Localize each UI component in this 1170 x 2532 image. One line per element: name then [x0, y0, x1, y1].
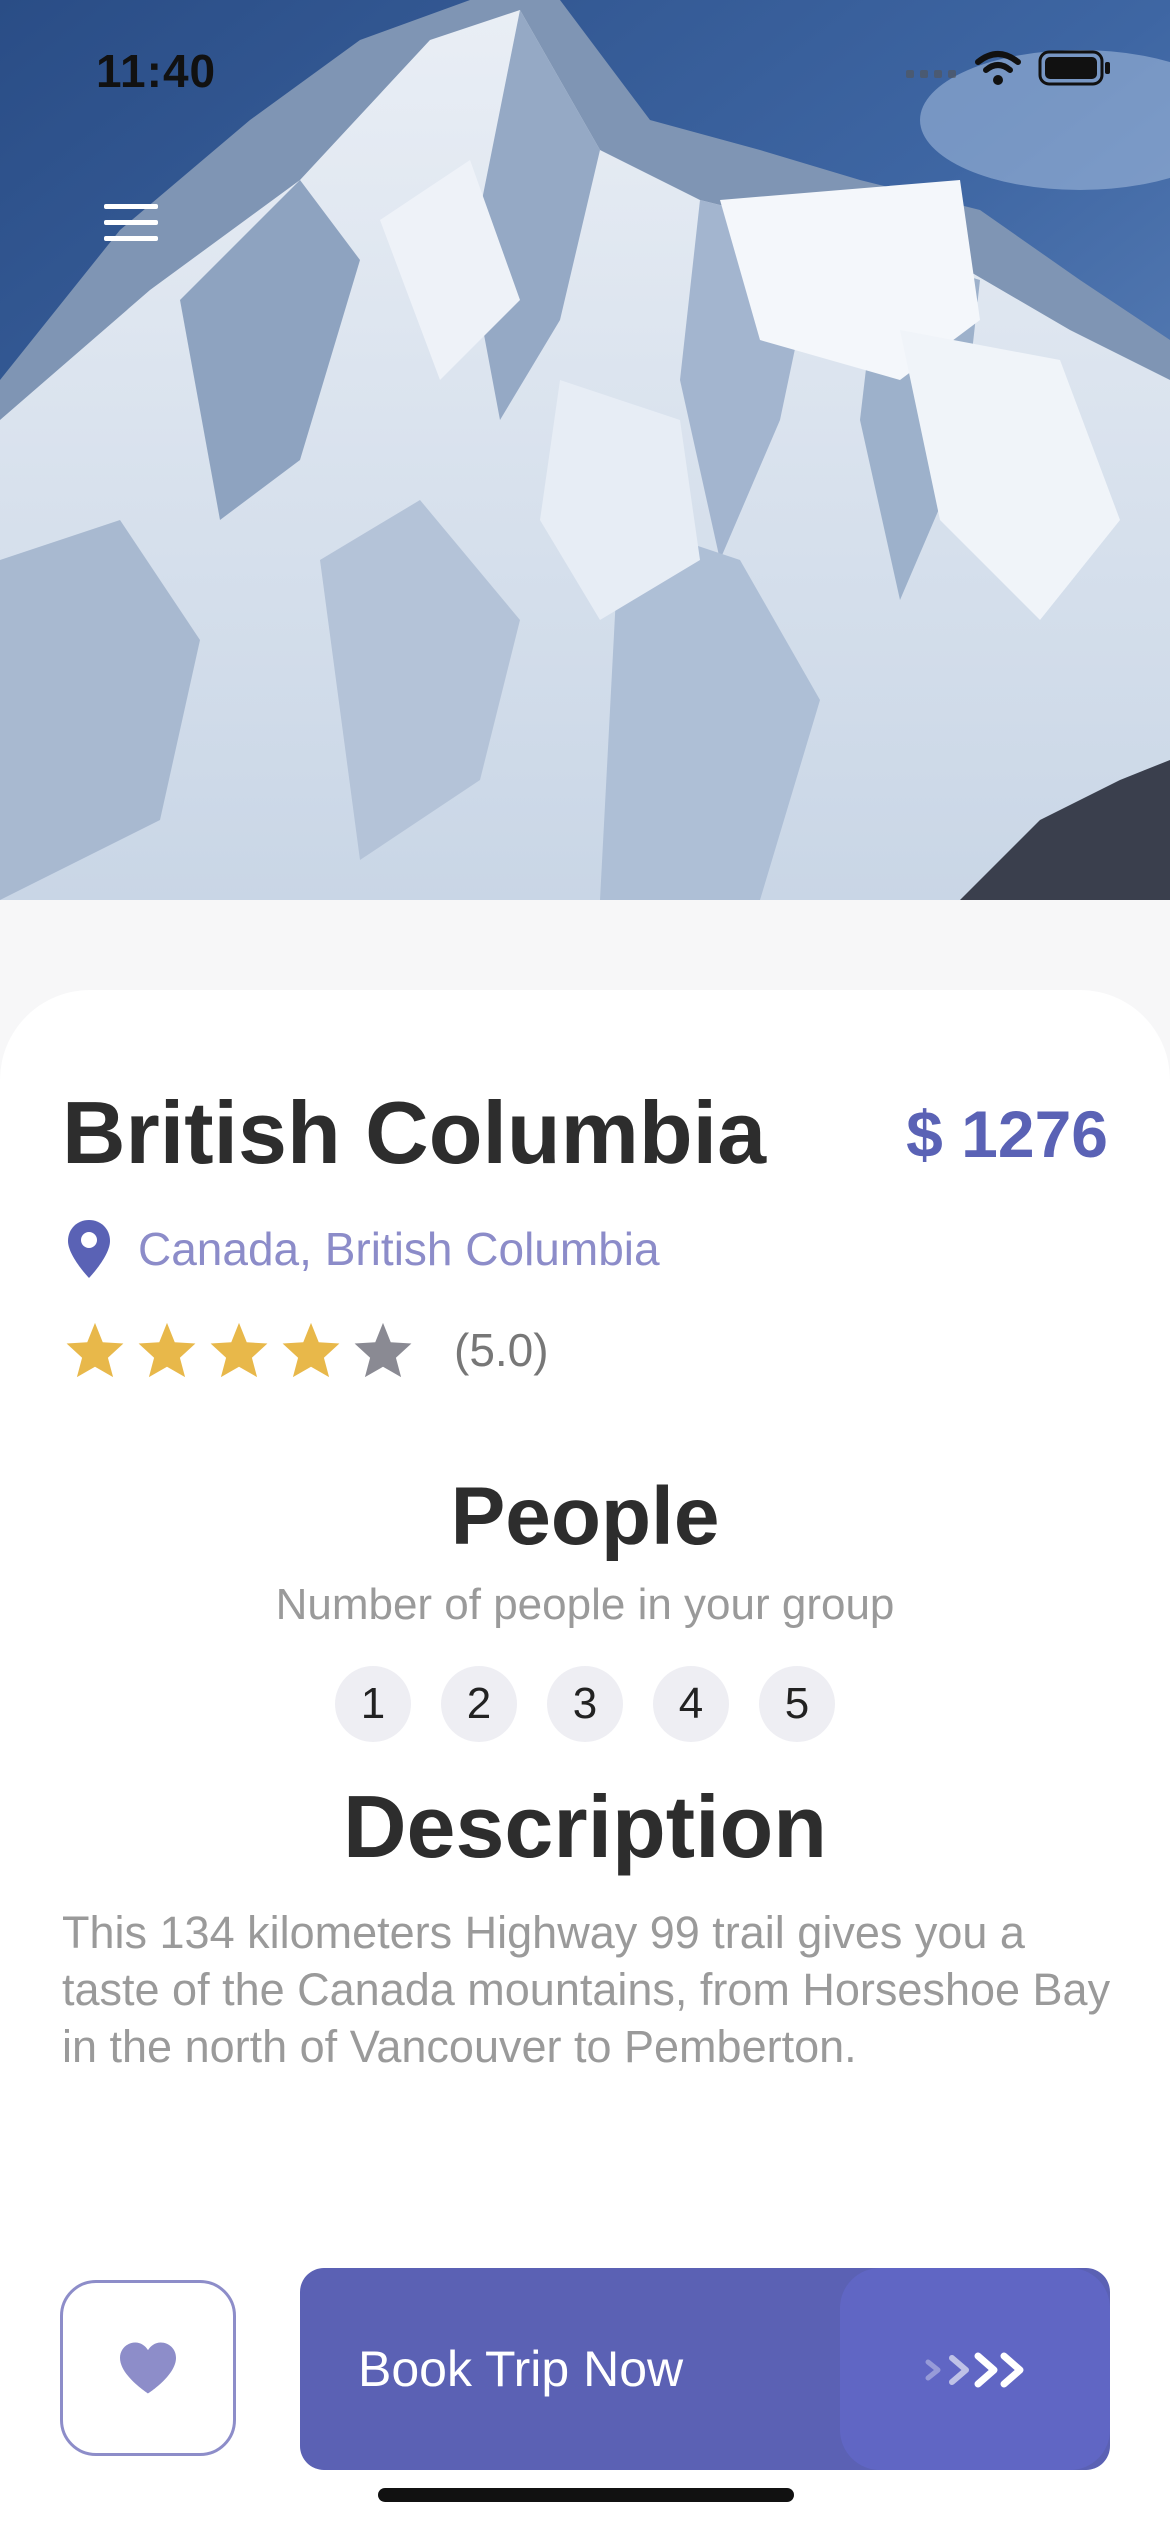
heart-icon [120, 2342, 176, 2394]
destination-title: British Columbia [62, 1083, 767, 1182]
wifi-icon [975, 51, 1021, 85]
star-empty-icon [354, 1322, 412, 1378]
location-row: Canada, British Columbia [66, 1218, 660, 1280]
star-filled-icon [210, 1322, 268, 1378]
screen: 11:40 British Columbia $ 1276 Canada, Br… [0, 0, 1170, 2532]
home-indicator[interactable] [378, 2488, 794, 2502]
status-icons [906, 50, 1112, 86]
people-option-5[interactable]: 5 [759, 1666, 835, 1742]
location-text: Canada, British Columbia [138, 1223, 660, 1275]
people-options: 1 2 3 4 5 [0, 1666, 1170, 1742]
map-pin-icon [68, 1220, 110, 1278]
rating-value: (5.0) [454, 1324, 549, 1376]
people-option-3[interactable]: 3 [547, 1666, 623, 1742]
people-option-4[interactable]: 4 [653, 1666, 729, 1742]
hamburger-menu-icon[interactable] [96, 196, 166, 248]
favorite-button[interactable] [60, 2280, 236, 2456]
description-heading: Description [342, 1777, 828, 1876]
people-subtitle: Number of people in your group [275, 1580, 895, 1629]
people-heading: People [450, 1471, 720, 1562]
people-option-1[interactable]: 1 [335, 1666, 411, 1742]
star-filled-icon [282, 1322, 340, 1378]
book-trip-button[interactable]: Book Trip Now [300, 2268, 1110, 2470]
triple-chevron-right-icon [925, 2352, 1024, 2388]
cellular-signal-icon [906, 70, 956, 78]
status-bar: 11:40 [0, 0, 1170, 140]
star-filled-icon [138, 1322, 196, 1378]
battery-icon [1038, 50, 1110, 86]
rating-row: (5.0) [64, 1320, 549, 1380]
people-option-2[interactable]: 2 [441, 1666, 517, 1742]
status-time: 11:40 [96, 45, 217, 97]
destination-price: $ 1276 [906, 1097, 1108, 1171]
star-filled-icon [66, 1322, 124, 1378]
book-trip-label: Book Trip Now [358, 2341, 684, 2397]
description-text: This 134 kilometers Highway 99 trail giv… [62, 1907, 1111, 2072]
